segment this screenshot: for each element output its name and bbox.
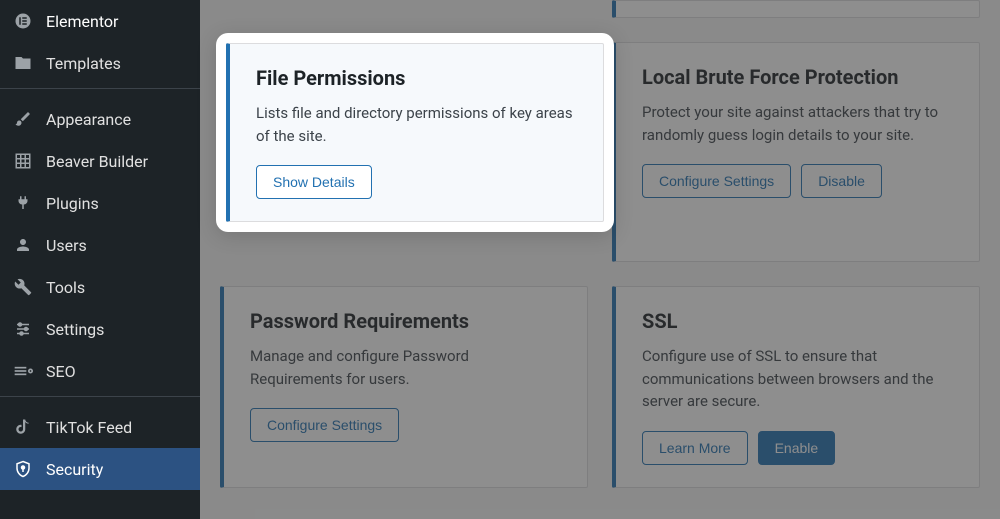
shield-icon (12, 458, 34, 480)
brush-icon (12, 108, 34, 130)
card-stub (612, 0, 980, 18)
sidebar-item-users[interactable]: Users (0, 224, 200, 266)
sidebar-item-plugins[interactable]: Plugins (0, 182, 200, 224)
sidebar-item-label: Elementor (46, 12, 118, 31)
configure-settings-button[interactable]: Configure Settings (250, 408, 399, 442)
sidebar-item-appearance[interactable]: Appearance (0, 98, 200, 140)
sidebar-item-elementor[interactable]: Elementor (0, 0, 200, 42)
sidebar-separator (0, 88, 200, 94)
card-password-requirements: Password Requirements Manage and configu… (220, 286, 588, 488)
card-description: Manage and configure Password Requiremen… (250, 345, 561, 390)
sidebar-separator (0, 396, 200, 402)
sidebar-item-label: Users (46, 236, 87, 255)
card-title: Local Brute Force Protection (642, 65, 953, 89)
sidebar-item-label: Appearance (46, 110, 131, 129)
show-details-button[interactable]: Show Details (256, 165, 372, 199)
sidebar-item-label: Security (46, 460, 103, 479)
card-file-permissions: File Permissions Lists file and director… (226, 43, 604, 222)
sidebar-item-beaver-builder[interactable]: Beaver Builder (0, 140, 200, 182)
card-title: SSL (642, 309, 953, 333)
sidebar-item-settings[interactable]: Settings (0, 308, 200, 350)
configure-settings-button[interactable]: Configure Settings (642, 164, 791, 198)
tiktok-icon (12, 416, 34, 438)
sidebar-item-tools[interactable]: Tools (0, 266, 200, 308)
admin-sidebar: Elementor Templates Appearance Beaver Bu… (0, 0, 200, 519)
card-title: Password Requirements (250, 309, 561, 333)
plug-icon (12, 192, 34, 214)
sidebar-item-tiktok-feed[interactable]: TikTok Feed (0, 406, 200, 448)
card-description: Lists file and directory permissions of … (256, 102, 577, 147)
sidebar-item-label: Beaver Builder (46, 152, 148, 171)
enable-button[interactable]: Enable (758, 431, 836, 465)
card-title: File Permissions (256, 66, 577, 90)
wrench-icon (12, 276, 34, 298)
sidebar-item-label: SEO (46, 362, 76, 381)
sidebar-item-label: TikTok Feed (46, 418, 132, 437)
sidebar-item-label: Templates (46, 54, 121, 73)
sidebar-item-security[interactable]: Security (0, 448, 200, 490)
card-ssl: SSL Configure use of SSL to ensure that … (612, 286, 980, 488)
elementor-icon (12, 10, 34, 32)
sidebar-item-templates[interactable]: Templates (0, 42, 200, 84)
card-description: Protect your site against attackers that… (642, 101, 953, 146)
grid-icon (12, 150, 34, 172)
card-description: Configure use of SSL to ensure that comm… (642, 345, 953, 413)
folder-icon (12, 52, 34, 74)
card-brute-force: Local Brute Force Protection Protect you… (612, 42, 980, 262)
user-icon (12, 234, 34, 256)
sliders-icon (12, 318, 34, 340)
highlighted-card-wrapper: File Permissions Lists file and director… (216, 33, 614, 232)
sidebar-item-label: Settings (46, 320, 104, 339)
seo-icon (12, 360, 34, 382)
disable-button[interactable]: Disable (801, 164, 882, 198)
sidebar-item-label: Plugins (46, 194, 99, 213)
sidebar-item-seo[interactable]: SEO (0, 350, 200, 392)
learn-more-button[interactable]: Learn More (642, 431, 748, 465)
sidebar-item-label: Tools (46, 278, 85, 297)
